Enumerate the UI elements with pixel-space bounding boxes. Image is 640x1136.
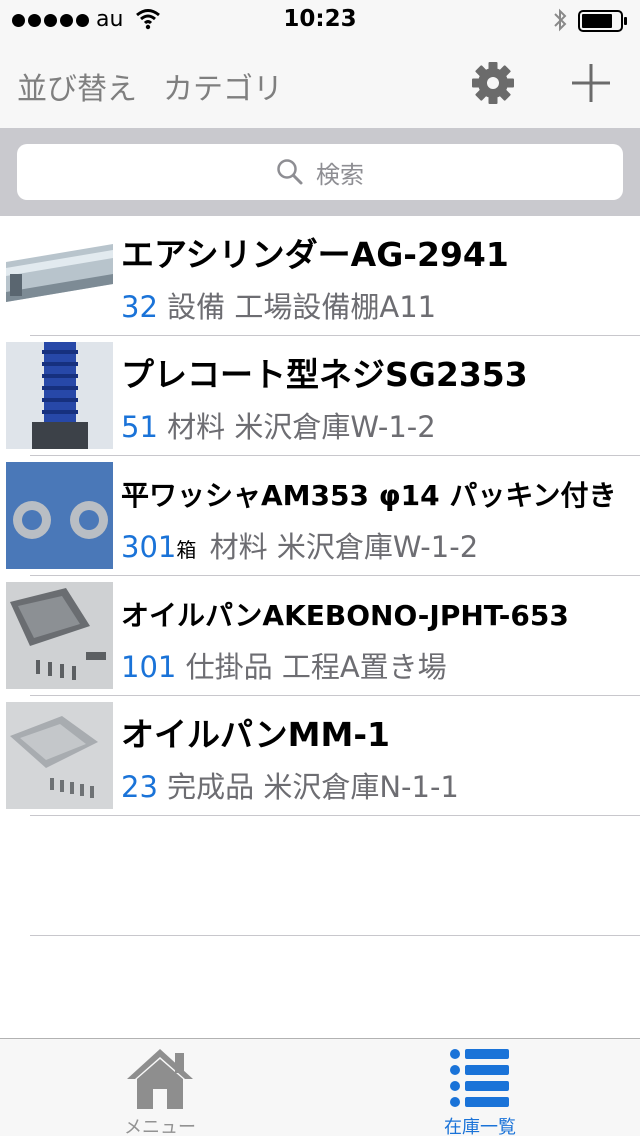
list-item[interactable]: エアシリンダーAG-2941 32 設備 工場設備棚A11 — [0, 216, 640, 336]
item-name: エアシリンダーAG-2941 — [121, 235, 509, 274]
item-thumbnail — [6, 342, 113, 449]
item-unit: 箱 — [176, 538, 197, 562]
item-category: 仕掛品 — [185, 650, 273, 684]
item-location: 米沢倉庫N-1-1 — [263, 770, 459, 804]
list-item[interactable]: 平ワッシャAM353 φ14 パッキン付き 301箱 材料 米沢倉庫W-1-2 — [0, 456, 640, 576]
item-thumbnail — [6, 222, 113, 329]
item-details: 301箱 材料 米沢倉庫W-1-2 — [121, 524, 478, 566]
home-icon — [127, 1049, 193, 1109]
item-location: 米沢倉庫W-1-2 — [276, 530, 479, 564]
search-bar-container: 検索 — [0, 128, 640, 216]
item-name: オイルパンAKEBONO-JPHT-653 — [121, 599, 569, 632]
tab-inventory[interactable]: 在庫一覧 — [320, 1039, 640, 1136]
tab-bar: メニュー 在庫一覧 — [0, 1038, 640, 1136]
item-location: 米沢倉庫W-1-2 — [234, 410, 436, 444]
status-bar: au 10:23 — [0, 0, 640, 40]
item-category: 完成品 — [167, 770, 255, 804]
item-details: 23 完成品 米沢倉庫N-1-1 — [121, 764, 459, 806]
tab-menu[interactable]: メニュー — [0, 1039, 320, 1136]
tab-inventory-label: 在庫一覧 — [444, 1117, 516, 1136]
item-quantity: 23 — [121, 770, 158, 804]
item-quantity: 301 — [121, 530, 177, 564]
navigation-bar: 並び替え カテゴリ — [0, 40, 640, 128]
item-category: 材料 — [167, 410, 226, 444]
status-time: 10:23 — [283, 6, 357, 32]
item-name: プレコート型ネジSG2353 — [121, 355, 528, 394]
list-item[interactable]: オイルパンAKEBONO-JPHT-653 101 仕掛品 工程A置き場 — [0, 576, 640, 696]
search-placeholder: 検索 — [316, 160, 364, 189]
row-divider — [30, 815, 640, 816]
item-quantity: 51 — [121, 410, 158, 444]
tab-menu-label: メニュー — [124, 1117, 196, 1136]
item-thumbnail — [6, 462, 113, 569]
item-category: 設備 — [167, 290, 226, 324]
list-item[interactable]: プレコート型ネジSG2353 51 材料 米沢倉庫W-1-2 — [0, 336, 640, 456]
item-location: 工場設備棚A11 — [234, 290, 437, 324]
battery-icon — [578, 10, 627, 32]
item-details: 32 設備 工場設備棚A11 — [121, 284, 436, 326]
sort-button[interactable]: 並び替え — [17, 64, 137, 108]
item-quantity: 101 — [121, 650, 177, 684]
item-thumbnail — [6, 702, 113, 809]
item-details: 101 仕掛品 工程A置き場 — [121, 644, 447, 686]
item-name: 平ワッシャAM353 φ14 パッキン付き — [121, 479, 617, 512]
item-quantity: 32 — [121, 290, 158, 324]
row-divider — [30, 935, 640, 936]
list-item[interactable]: オイルパンMM-1 23 完成品 米沢倉庫N-1-1 — [0, 696, 640, 816]
item-name: オイルパンMM-1 — [121, 715, 390, 754]
item-location: 工程A置き場 — [281, 650, 447, 684]
item-category: 材料 — [209, 530, 268, 564]
item-thumbnail — [6, 582, 113, 689]
bluetooth-icon — [554, 8, 567, 32]
search-input[interactable]: 検索 — [17, 144, 623, 200]
gear-icon[interactable] — [470, 60, 516, 106]
category-button[interactable]: カテゴリ — [163, 64, 283, 108]
search-icon — [277, 159, 303, 185]
list-icon — [450, 1049, 509, 1107]
plus-icon[interactable] — [568, 60, 614, 106]
item-details: 51 材料 米沢倉庫W-1-2 — [121, 404, 436, 446]
